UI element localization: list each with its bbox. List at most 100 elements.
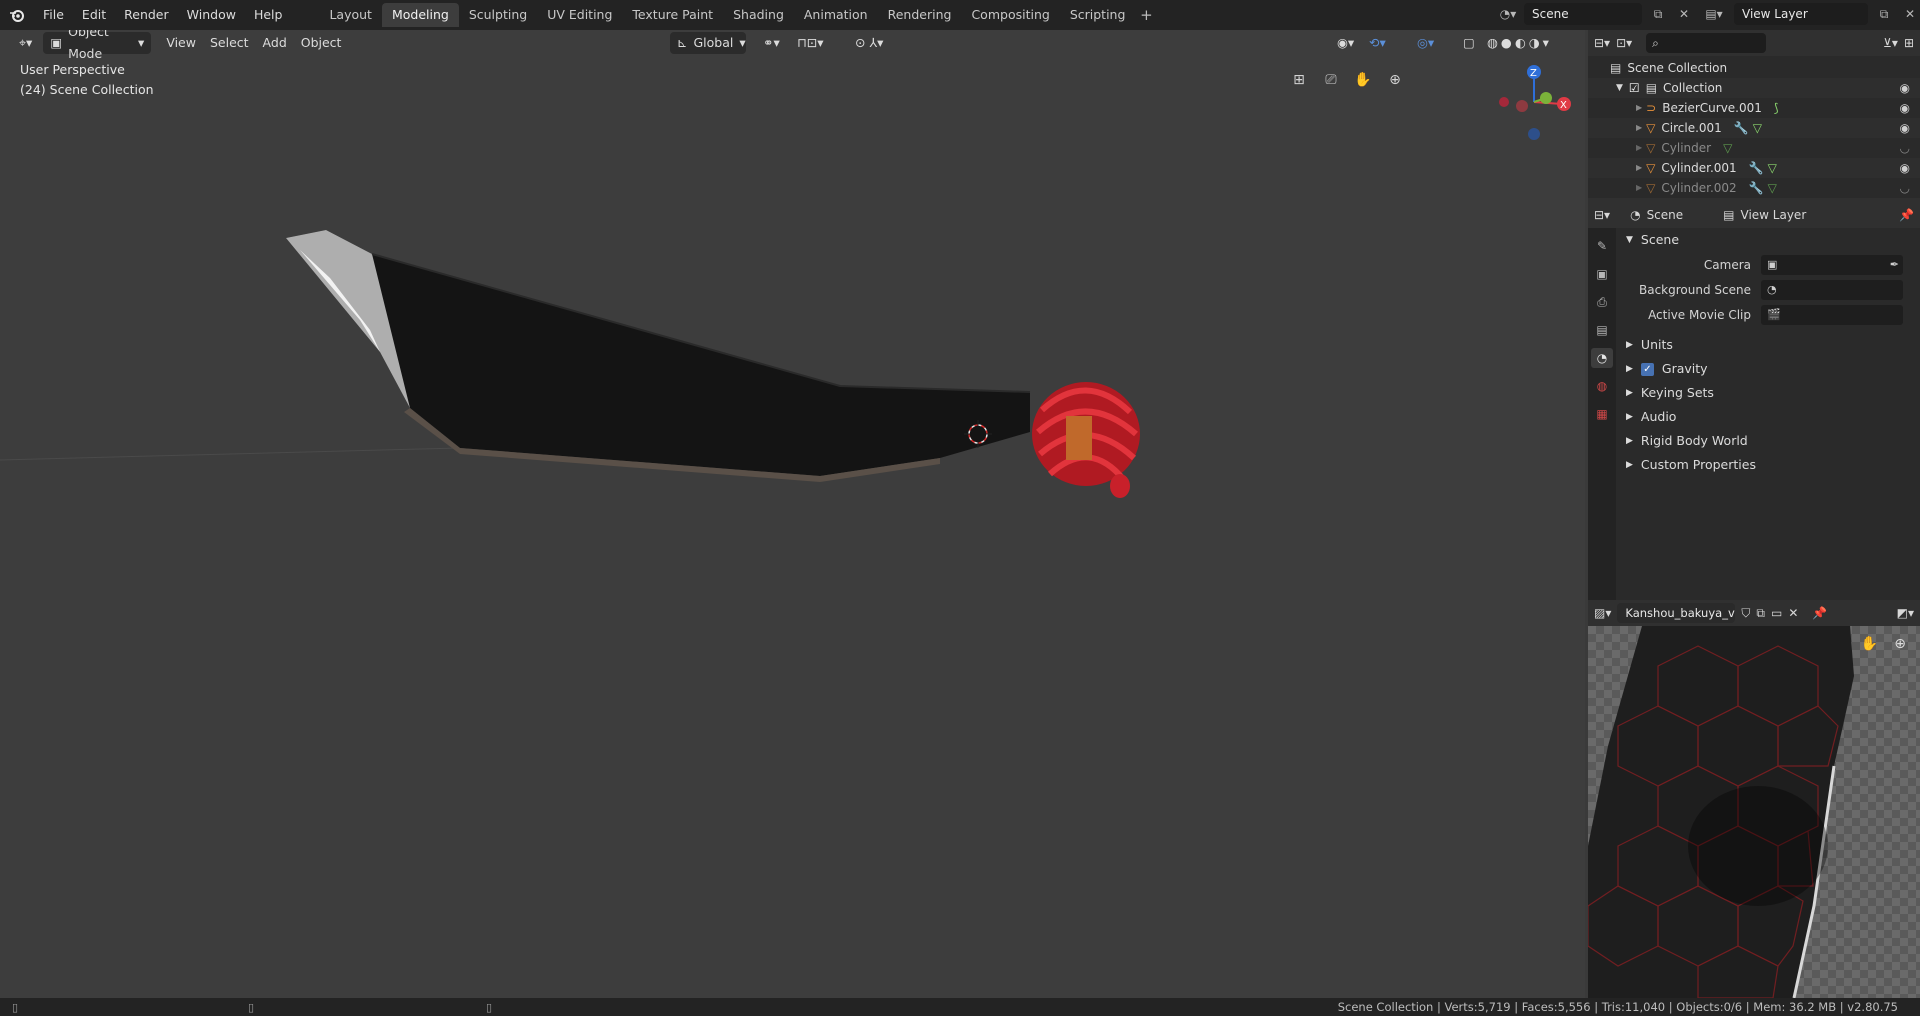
rope-guard-mesh[interactable] (1032, 382, 1140, 498)
scene-field[interactable]: Scene (1524, 3, 1642, 25)
close-scene-icon[interactable]: ✕ (1674, 3, 1694, 25)
menu-edit[interactable]: Edit (73, 0, 115, 30)
pan-hand-icon[interactable]: ✋ (1861, 636, 1878, 652)
image-editor-icon[interactable]: ▨▾ (1594, 606, 1611, 620)
menu-help[interactable]: Help (245, 0, 292, 30)
properties-editor[interactable]: ⊟▾ ◔ Scene ▤ View Layer 📌 ✎ ▣ ⎙ ▤ ◔ ◍ ▦ … (1588, 202, 1920, 600)
rigid-body-world-section[interactable]: ▶ Rigid Body World (1616, 429, 1920, 453)
navigation-gizmo[interactable]: Z X (1499, 65, 1571, 140)
tool-tab-icon[interactable]: ✎ (1591, 236, 1613, 256)
new-collection-icon[interactable]: ⊞ (1904, 36, 1914, 50)
output-tab-icon[interactable]: ⎙ (1591, 292, 1613, 312)
zoom-icon[interactable]: ⊕ (1383, 68, 1407, 92)
image-canvas[interactable]: ✋ ⊕ (1588, 626, 1920, 998)
tab-rendering[interactable]: Rendering (878, 3, 962, 27)
expand-arrow-icon[interactable]: ▶ (1636, 138, 1642, 158)
menu-render[interactable]: Render (115, 0, 178, 30)
outliner-search-input[interactable]: ⌕ (1646, 33, 1767, 53)
units-section[interactable]: ▶ Units (1616, 333, 1920, 357)
checkbox-icon[interactable]: ☑ (1629, 78, 1640, 98)
background-scene-field[interactable]: ◔ (1761, 279, 1903, 300)
render-tab-icon[interactable]: ▣ (1591, 264, 1613, 284)
tab-animation[interactable]: Animation (794, 3, 878, 27)
eye-closed-icon[interactable]: ◡ (1900, 138, 1910, 158)
movie-clip-field[interactable]: 🎬 (1761, 304, 1903, 325)
gizmo-neg-z-axis[interactable] (1528, 128, 1540, 140)
eye-closed-icon[interactable]: ◡ (1900, 178, 1910, 198)
zoom-icon[interactable]: ⊕ (1894, 636, 1906, 652)
filter-icon[interactable]: ⊻▾ (1883, 36, 1898, 50)
outliner-item[interactable]: ▶ ▽ Cylinder.001 🔧 ▽ ◉ (1588, 158, 1920, 178)
eye-icon[interactable]: ◉ (1900, 98, 1910, 118)
camera-field[interactable]: ▣ ✒ (1761, 254, 1903, 275)
tab-sculpting[interactable]: Sculpting (459, 3, 537, 27)
world-tab-icon[interactable]: ◍ (1591, 376, 1613, 396)
custom-properties-section[interactable]: ▶ Custom Properties (1616, 453, 1920, 477)
gravity-checkbox[interactable]: ✓ (1640, 362, 1654, 376)
camera-view-icon[interactable]: ⎚ (1319, 68, 1343, 92)
outliner[interactable]: ⊟▾ ⊡▾ ⌕ ⊻▾ ⊞ ▤ Scene Collection ▼ ☑ ▤ Co… (1588, 30, 1920, 198)
gravity-section[interactable]: ▶ ✓ Gravity (1616, 357, 1920, 381)
outliner-item[interactable]: ▶ ▽ Cylinder.002 🔧 ▽ ◡ (1588, 178, 1920, 198)
menu-window[interactable]: Window (178, 0, 245, 30)
gizmo-neg-x2-axis[interactable] (1499, 97, 1509, 107)
unlink-image-icon[interactable]: ✕ (1788, 606, 1798, 620)
tab-shading[interactable]: Shading (723, 3, 794, 27)
open-image-icon[interactable]: ▭ (1771, 606, 1782, 620)
expand-arrow-icon[interactable]: ▼ (1616, 78, 1623, 98)
add-workspace-button[interactable]: + (1135, 6, 1157, 24)
outliner-item[interactable]: ▶ ⊃ BezierCurve.001 ⟆ ◉ (1588, 98, 1920, 118)
properties-editor-icon[interactable]: ⊟▾ (1594, 208, 1610, 222)
gizmo-y-axis[interactable] (1540, 92, 1552, 104)
gizmo-neg-x-axis[interactable] (1516, 100, 1528, 112)
pin-icon[interactable]: 📌 (1899, 208, 1914, 222)
outliner-item[interactable]: ▶ ▽ Circle.001 🔧 ▽ ◉ (1588, 118, 1920, 138)
expand-arrow-icon[interactable]: ▶ (1636, 118, 1642, 138)
outliner-editor-icon[interactable]: ⊟▾ (1594, 36, 1610, 50)
mesh-object-icon: ▽ (1646, 141, 1656, 155)
tab-modeling[interactable]: Modeling (381, 3, 459, 27)
copy-view-layer-icon[interactable]: ⧉ (1874, 3, 1894, 25)
eye-icon[interactable]: ◉ (1900, 118, 1910, 138)
tab-scripting[interactable]: Scripting (1060, 3, 1136, 27)
copy-scene-icon[interactable]: ⧉ (1648, 3, 1668, 25)
duplicate-image-icon[interactable]: ⧉ (1756, 606, 1765, 621)
audio-section[interactable]: ▶ Audio (1616, 405, 1920, 429)
grid-view-icon[interactable]: ⊞ (1287, 68, 1311, 92)
scene-icon[interactable]: ◔▾ (1498, 3, 1518, 25)
outliner-item[interactable]: ▶ ▽ Cylinder ▽ ◡ (1588, 138, 1920, 158)
expand-arrow-icon[interactable]: ▶ (1636, 98, 1642, 118)
image-editor[interactable]: ▨▾ Kanshou_bakuya_v3... ⛉ ⧉ ▭ ✕ 📌 ◩▾ (1588, 600, 1920, 998)
view-layer-tab-icon[interactable]: ▤ (1591, 320, 1613, 340)
3d-viewport[interactable]: ⌖▾ ▣ Object Mode ▾ View Select Add Objec… (0, 30, 1585, 998)
eye-icon[interactable]: ◉ (1900, 78, 1910, 98)
tab-uv-editing[interactable]: UV Editing (537, 3, 622, 27)
scene-section-header[interactable]: ▼ Scene (1616, 228, 1920, 252)
tab-layout[interactable]: Layout (319, 3, 382, 27)
tab-texture-paint[interactable]: Texture Paint (622, 3, 723, 27)
pan-hand-icon[interactable]: ✋ (1351, 68, 1375, 92)
view-layer-field[interactable]: View Layer (1734, 3, 1868, 25)
pin-icon[interactable]: 📌 (1812, 606, 1827, 620)
expand-arrow-icon[interactable]: ▶ (1636, 158, 1642, 178)
eye-icon[interactable]: ◉ (1900, 158, 1910, 178)
scene-tab-icon[interactable]: ◔ (1591, 348, 1613, 368)
blade-mesh[interactable] (286, 230, 1031, 482)
eyedropper-icon[interactable]: ✒ (1890, 258, 1899, 271)
keying-sets-section[interactable]: ▶ Keying Sets (1616, 381, 1920, 405)
blender-logo-icon[interactable] (0, 0, 34, 30)
display-mode-icon[interactable]: ⊡▾ (1616, 36, 1632, 50)
view-layer-icon[interactable]: ▤▾ (1700, 3, 1728, 25)
close-view-layer-icon[interactable]: ✕ (1900, 3, 1920, 25)
texture-tab-icon[interactable]: ▦ (1591, 404, 1613, 424)
menu-file[interactable]: File (34, 0, 73, 30)
clapper-icon: 🎬 (1767, 308, 1781, 321)
tab-compositing[interactable]: Compositing (961, 3, 1059, 27)
image-name-field[interactable]: Kanshou_bakuya_v3... (1617, 603, 1736, 623)
display-channels-icon[interactable]: ◩▾ (1897, 606, 1914, 620)
collection-row[interactable]: ▼ ☑ ▤ Collection ◉ (1588, 78, 1920, 98)
fake-user-shield-icon[interactable]: ⛉ (1741, 606, 1750, 621)
scene-collection-row[interactable]: ▤ Scene Collection (1588, 58, 1920, 78)
expand-arrow-icon[interactable]: ▶ (1636, 178, 1642, 198)
mesh-data-icon: ▽ (1752, 121, 1762, 135)
